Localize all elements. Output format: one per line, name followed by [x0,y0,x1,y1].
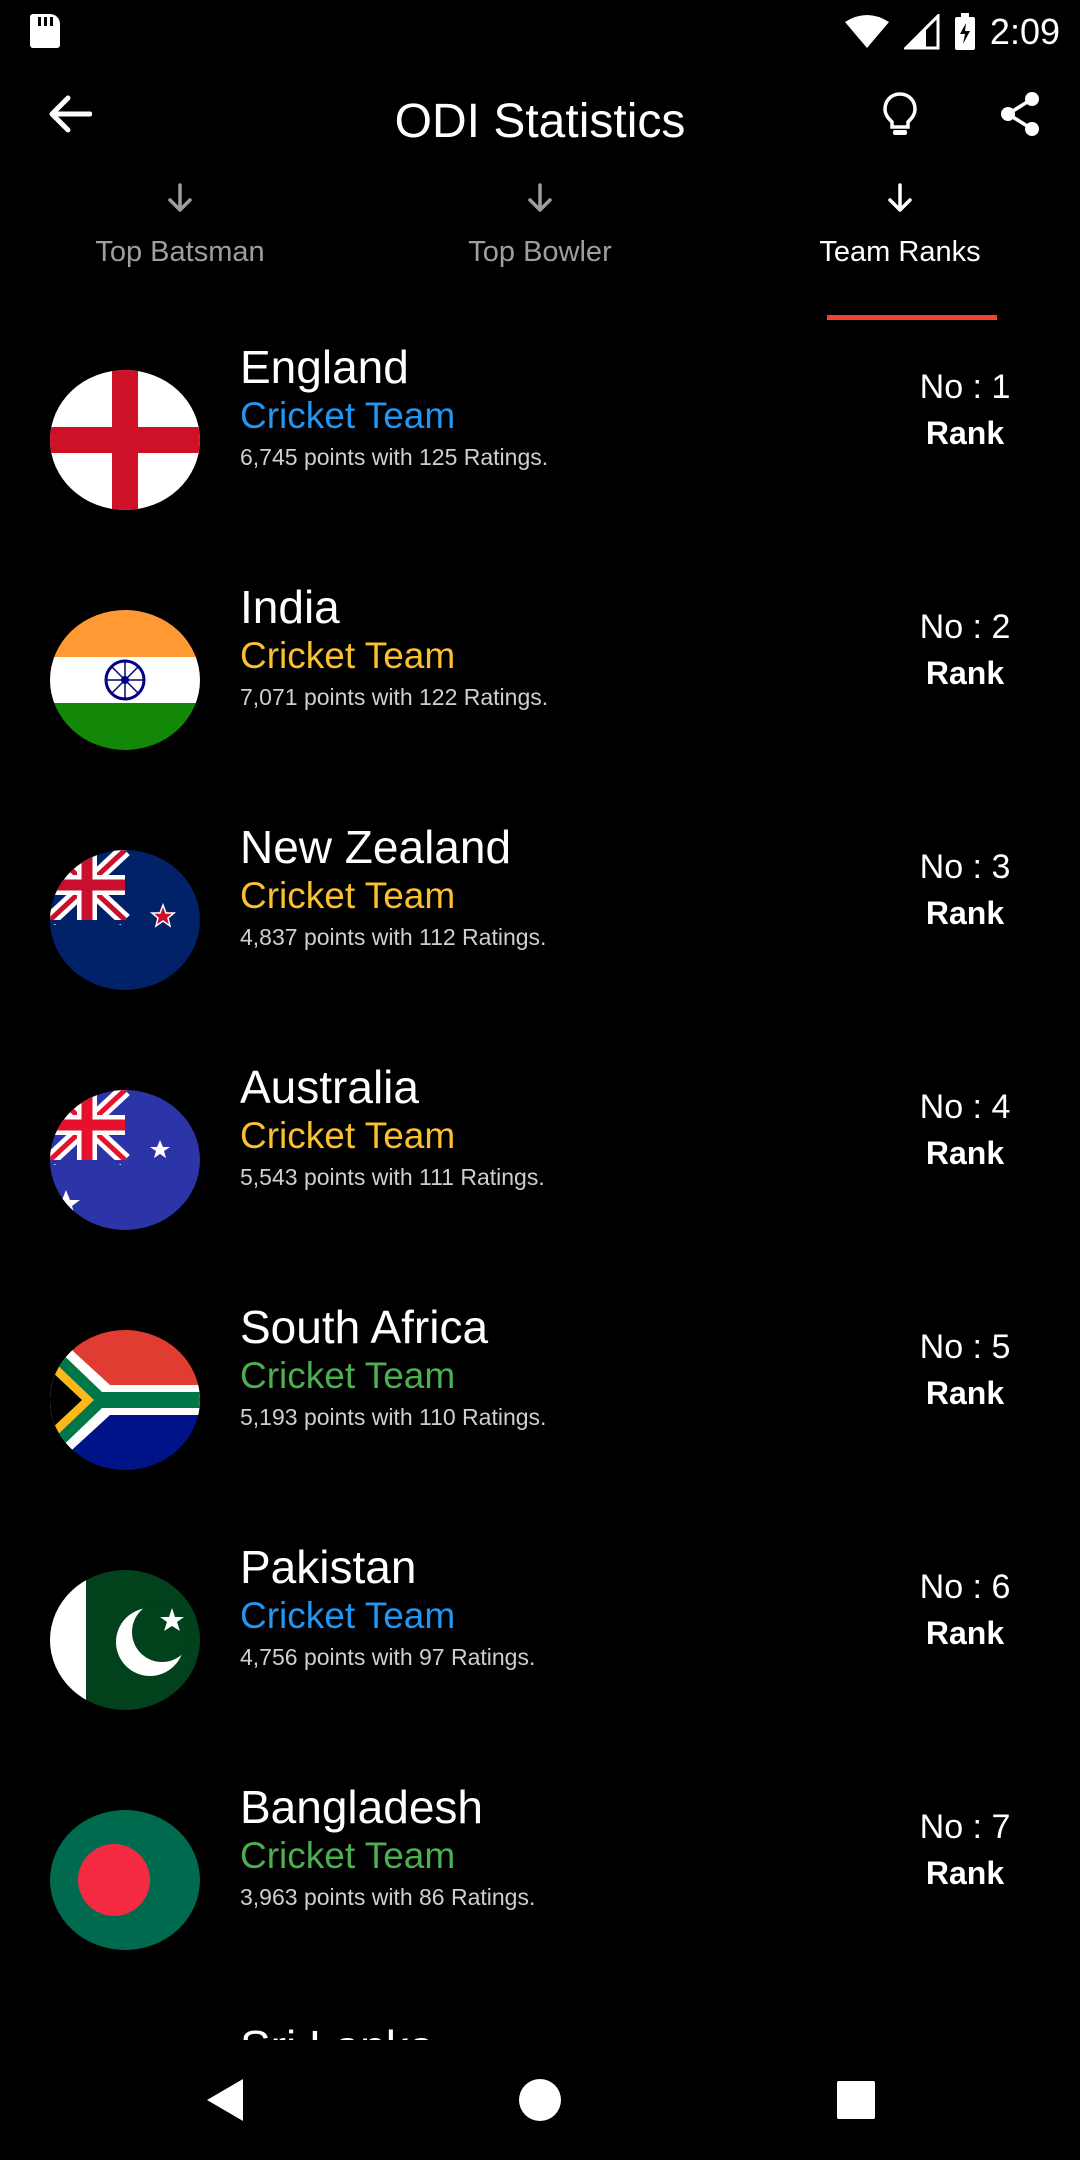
team-rank: No : 1 Rank [900,368,1030,452]
team-points: 6,745 points with 125 Ratings. [240,444,549,470]
team-rank: No : 4 Rank [900,1088,1030,1172]
nav-home-icon [519,2079,561,2121]
arrow-down-icon [168,183,192,212]
nav-back-button[interactable] [195,2070,255,2130]
list-item[interactable]: South Africa Cricket Team 5,193 points w… [0,1280,1080,1520]
list-item[interactable]: Pakistan Cricket Team 4,756 points with … [0,1520,1080,1760]
india-flag-icon [50,610,200,750]
team-points: 7,071 points with 122 Ratings. [240,684,549,710]
tab-label: Team Ranks [819,236,981,268]
rank-label: Rank [925,1615,1005,1651]
team-subtitle: Cricket Team [240,875,456,916]
new-zealand-flag-icon [50,850,200,990]
battery-charging-icon [954,13,975,50]
team-name: South Africa [240,1301,489,1353]
team-name: India [240,581,340,633]
nav-home-button[interactable] [510,2070,570,2130]
list-item[interactable]: Australia Cricket Team 5,543 points with… [0,1040,1080,1280]
tab-top-batsman[interactable]: Top Batsman [0,174,360,320]
team-subtitle: Cricket Team [240,1115,456,1156]
sd-card-icon [30,14,60,48]
team-name: Australia [240,1061,419,1113]
team-rank: No : 3 Rank [900,848,1030,932]
team-subtitle: Cricket Team [240,1835,456,1876]
team-points: 4,837 points with 112 Ratings. [240,924,547,950]
rank-label: Rank [925,1135,1005,1171]
system-nav-bar [0,2040,1080,2160]
cell-signal-icon [903,14,940,50]
nav-recents-button[interactable] [826,2070,886,2130]
team-points: 4,756 points with 97 Ratings. [240,1644,536,1670]
team-rank: No : 2 Rank [900,608,1030,692]
team-subtitle: Cricket Team [240,395,456,436]
team-rank: No : 5 Rank [900,1328,1030,1412]
pakistan-flag-icon [50,1570,200,1710]
team-subtitle: Cricket Team [240,635,456,676]
rank-number: No : 2 [919,608,1011,646]
team-subtitle: Cricket Team [240,1595,456,1636]
nav-recents-icon [837,2081,875,2119]
rank-label: Rank [925,415,1005,451]
team-rank: No : 6 Rank [900,1568,1030,1652]
tips-button[interactable] [870,82,930,146]
list-item[interactable]: New Zealand Cricket Team 4,837 points wi… [0,800,1080,1040]
team-list: England Cricket Team 6,745 points with 1… [0,320,1080,2040]
rank-label: Rank [925,895,1005,931]
team-points: 5,543 points with 111 Ratings. [240,1164,545,1190]
team-name: New Zealand [240,821,512,873]
list-item[interactable]: India Cricket Team 7,071 points with 122… [0,560,1080,800]
status-icons: 2:09 [844,8,1060,56]
team-points: 3,963 points with 86 Ratings. [240,1884,536,1910]
rank-number: No : 5 [919,1328,1011,1366]
rank-number: No : 7 [919,1808,1011,1846]
rank-label: Rank [925,1375,1005,1411]
rank-number: No : 1 [919,368,1011,406]
australia-flag-icon [50,1090,200,1230]
list-item[interactable]: England Cricket Team 6,745 points with 1… [0,320,1080,560]
team-name: Bangladesh [240,1781,483,1833]
status-bar: 2:09 [0,0,1080,64]
status-time: 2:09 [989,11,1060,52]
arrow-down-icon [888,183,912,212]
bangladesh-flag-icon [50,1810,200,1950]
team-name: Pakistan [240,1541,417,1593]
south-africa-flag-icon [50,1330,200,1470]
rank-number: No : 6 [919,1568,1011,1606]
tab-label: Top Batsman [95,236,265,268]
tab-top-bowler[interactable]: Top Bowler [360,174,720,320]
rank-label: Rank [925,1855,1005,1891]
nav-back-icon [207,2079,243,2121]
rank-number: No : 4 [919,1088,1011,1126]
rank-number: No : 3 [919,848,1011,886]
share-button[interactable] [990,82,1050,146]
share-icon [1001,92,1039,136]
tab-label: Top Bowler [468,236,612,268]
team-name: England [240,341,409,393]
team-rank: No : 7 Rank [900,1808,1030,1892]
lightbulb-icon [883,92,917,135]
tab-team-ranks[interactable]: Team Ranks [720,174,1080,320]
rank-label: Rank [925,655,1005,691]
team-points: 5,193 points with 110 Ratings. [240,1404,547,1430]
tab-bar: Top Batsman Top Bowler Team Ranks [0,174,1080,320]
team-subtitle: Cricket Team [240,1355,456,1396]
arrow-down-icon [528,183,552,212]
england-flag-icon [50,370,200,510]
partial-team-name[interactable]: Sri Lanka [240,2020,434,2040]
list-item[interactable]: Bangladesh Cricket Team 3,963 points wit… [0,1760,1080,2000]
wifi-icon [844,15,889,48]
